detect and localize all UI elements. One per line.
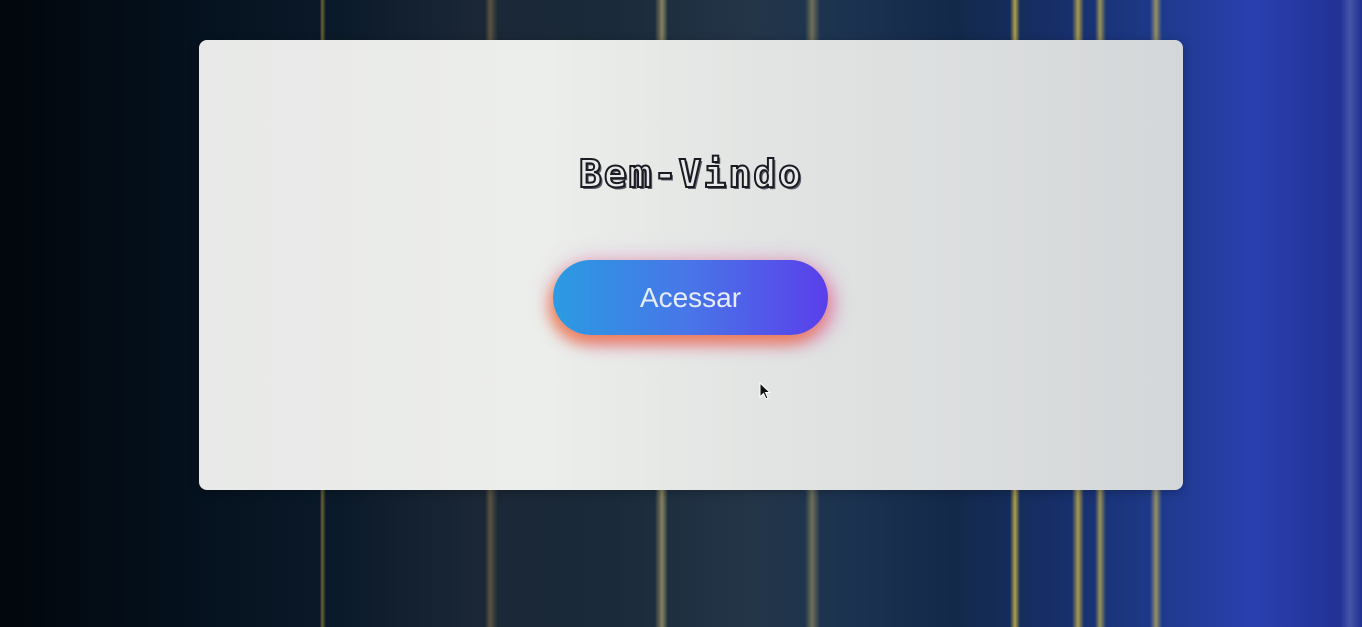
access-button[interactable]: Acessar [553,260,828,335]
page-title: Bem-Vindo [578,151,803,197]
mouse-pointer-icon [759,382,771,400]
welcome-card: Bem-Vindo Acessar [199,40,1183,490]
